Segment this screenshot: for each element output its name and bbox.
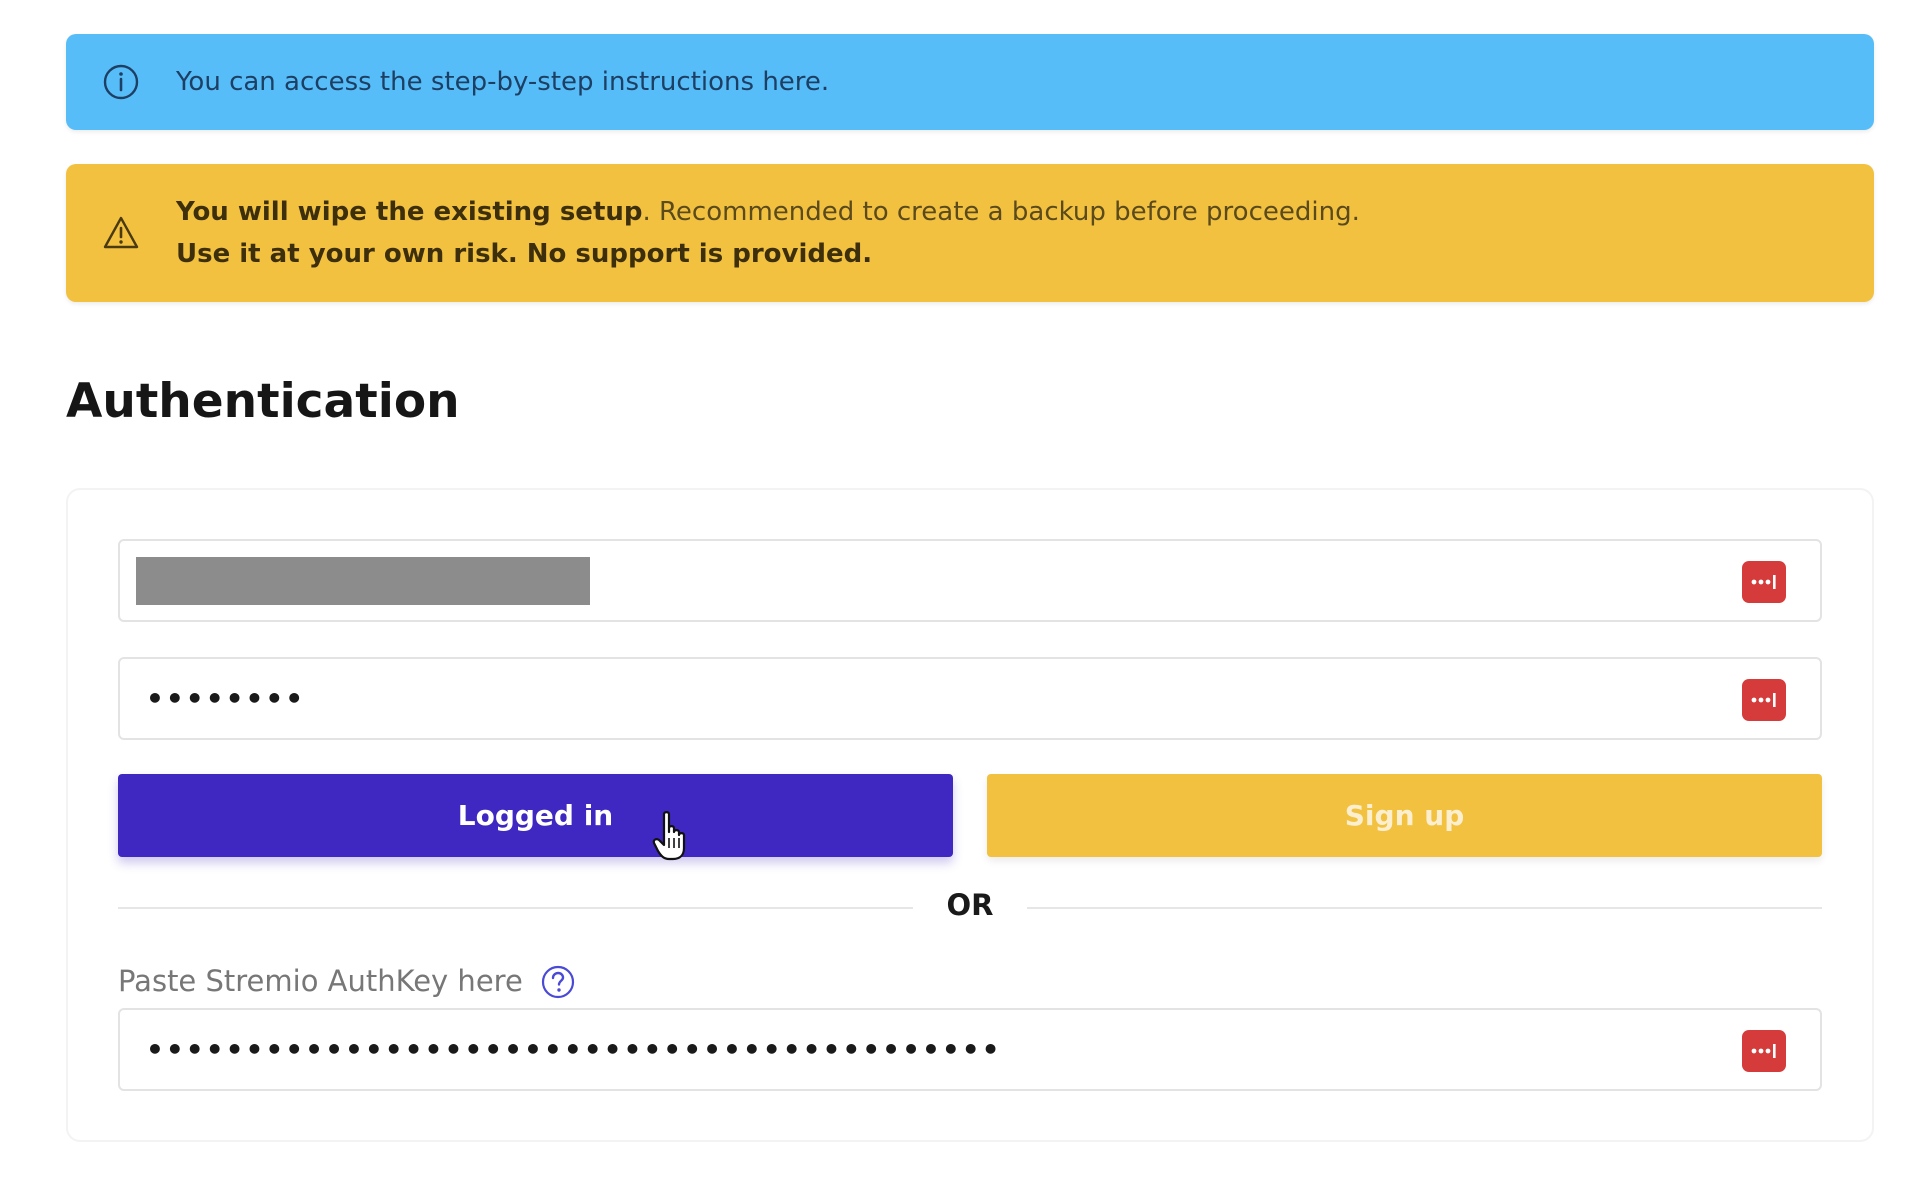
email-field[interactable] xyxy=(118,539,1822,622)
sign-up-button[interactable]: Sign up xyxy=(987,774,1822,857)
info-alert-text[interactable]: You can access the step-by-step instruct… xyxy=(176,61,829,103)
or-divider: OR xyxy=(946,888,994,922)
logged-in-button[interactable]: Logged in xyxy=(118,774,953,857)
password-field[interactable]: •••••••• xyxy=(118,657,1822,740)
info-circle-icon xyxy=(102,63,140,101)
warning-alert-text: You will wipe the existing setup. Recomm… xyxy=(176,191,1360,275)
redacted-email-value xyxy=(136,557,590,605)
password-manager-icon[interactable] xyxy=(1742,561,1786,603)
warning-triangle-icon xyxy=(102,214,140,252)
password-manager-icon[interactable] xyxy=(1742,679,1786,721)
warning-line-2: Use it at your own risk. No support is p… xyxy=(176,239,873,269)
warning-rest: . Recommended to create a backup before … xyxy=(642,197,1360,227)
page-title: Authentication xyxy=(66,374,460,429)
password-value: •••••••• xyxy=(146,682,306,715)
authkey-value: ••••••••••••••••••••••••••••••••••••••••… xyxy=(146,1033,1002,1066)
help-question-icon[interactable] xyxy=(540,964,576,1000)
warning-line-1: You will wipe the existing setup. Recomm… xyxy=(176,191,1360,233)
password-manager-icon[interactable] xyxy=(1742,1030,1786,1072)
warning-bold-lead: You will wipe the existing setup xyxy=(176,197,643,227)
warning-alert: You will wipe the existing setup. Recomm… xyxy=(66,164,1874,302)
divider-left xyxy=(118,907,913,909)
authkey-field[interactable]: ••••••••••••••••••••••••••••••••••••••••… xyxy=(118,1008,1822,1091)
info-alert[interactable]: You can access the step-by-step instruct… xyxy=(66,34,1874,130)
authkey-label: Paste Stremio AuthKey here xyxy=(118,964,523,998)
divider-right xyxy=(1027,907,1822,909)
